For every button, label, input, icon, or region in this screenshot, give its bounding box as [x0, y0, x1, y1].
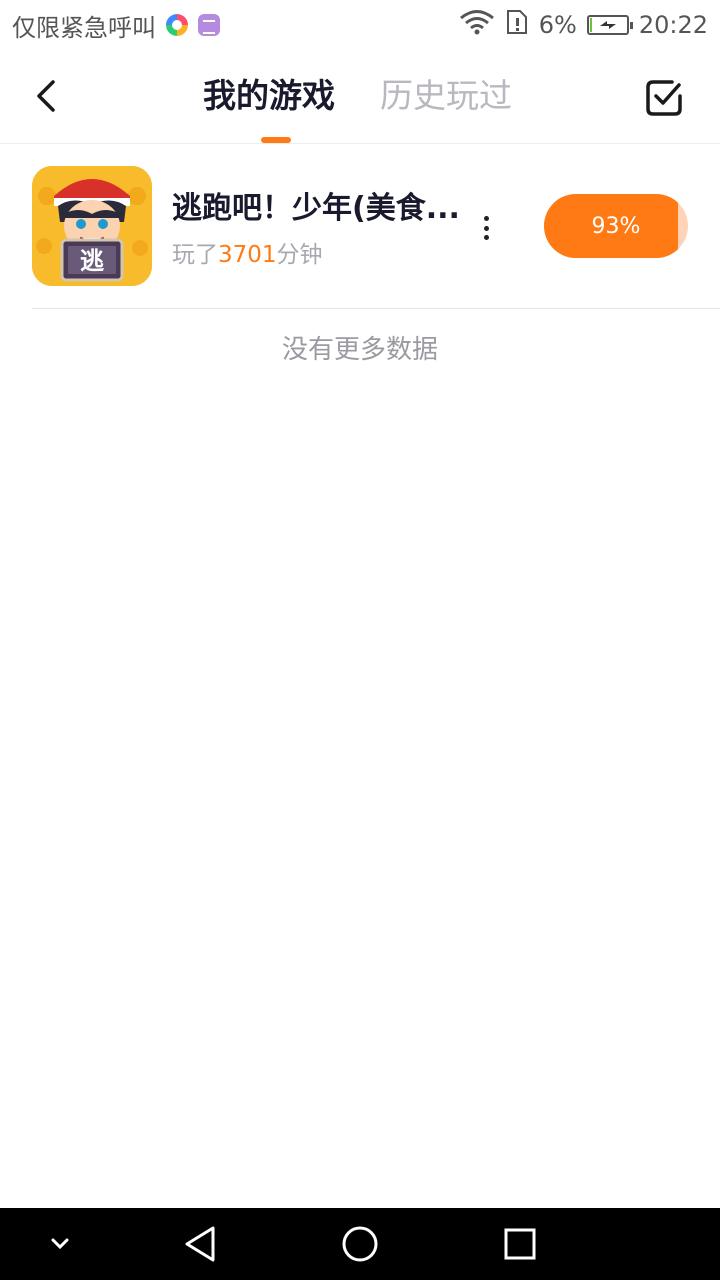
battery-percent: 6% [538, 11, 577, 39]
game-icon[interactable]: 逃 [32, 166, 152, 286]
nav-home-button[interactable] [336, 1220, 384, 1268]
more-vertical-icon [483, 216, 489, 221]
navigation-bar [0, 1208, 720, 1280]
header: 我的游戏 历史玩过 [0, 50, 720, 144]
clock: 20:22 [638, 11, 708, 39]
play-time-minutes: 3701 [218, 242, 277, 268]
nav-hide-button[interactable] [36, 1220, 84, 1268]
wifi-icon [459, 9, 495, 41]
play-time-prefix: 玩了 [172, 242, 218, 268]
game-title: 逃跑吧！少年(美食... [172, 191, 460, 226]
more-options-button[interactable] [474, 212, 498, 244]
status-right: 6% 20:22 [459, 9, 708, 41]
chevron-down-icon [51, 1238, 69, 1250]
status-bar: 仅限紧急呼叫 6% 20:22 [0, 0, 720, 50]
battery-level [589, 18, 593, 32]
game-list-item[interactable]: 逃 逃跑吧！少年(美食... 玩了3701分钟 93% [32, 144, 720, 309]
download-progress-button[interactable]: 93% [544, 194, 688, 258]
recents-square-icon [504, 1228, 536, 1260]
game-icon-label: 逃 [80, 247, 104, 275]
tab-history[interactable]: 历史玩过 [380, 74, 512, 118]
battery-charging-icon [586, 15, 633, 35]
tab-bar: 我的游戏 历史玩过 [0, 50, 720, 144]
more-dot [483, 235, 489, 240]
more-dot [483, 225, 489, 231]
checkbox-icon [646, 80, 682, 116]
sim-alert-icon [505, 9, 529, 41]
status-left: 仅限紧急呼叫 [12, 8, 220, 43]
app-purple-icon [198, 14, 220, 36]
progress-label: 93% [591, 213, 641, 239]
play-time-suffix: 分钟 [276, 242, 323, 268]
tab-my-games[interactable]: 我的游戏 [203, 74, 335, 118]
app-multicolor-icon [166, 14, 188, 36]
nav-back-button[interactable] [176, 1220, 224, 1268]
back-triangle-icon [185, 1226, 215, 1262]
manage-button[interactable] [642, 76, 686, 120]
home-circle-icon [342, 1226, 378, 1262]
play-time: 玩了3701分钟 [172, 238, 323, 272]
nav-recents-button[interactable] [496, 1220, 544, 1268]
list-end-text: 没有更多数据 [281, 335, 438, 365]
carrier-text: 仅限紧急呼叫 [12, 13, 156, 42]
active-tab-indicator [261, 137, 291, 143]
